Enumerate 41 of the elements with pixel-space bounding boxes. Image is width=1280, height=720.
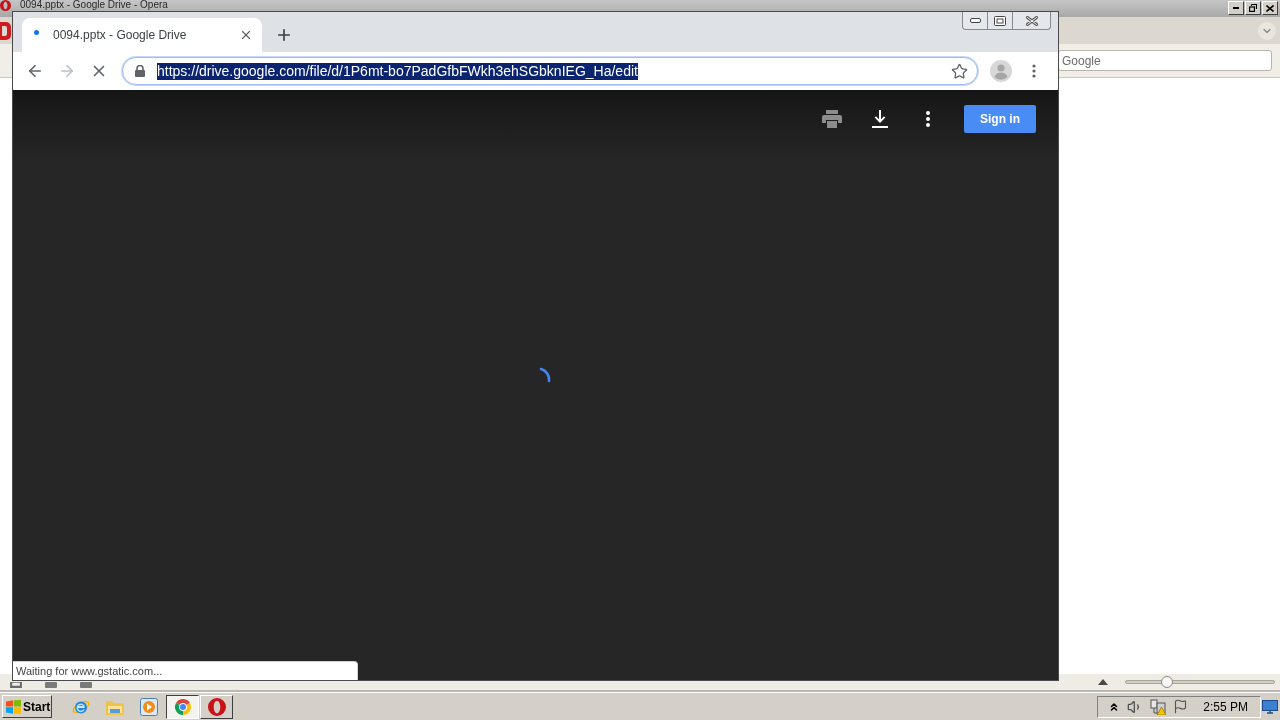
printer-icon <box>822 110 842 128</box>
status-bar-icon[interactable] <box>10 682 22 688</box>
url-text: https://drive.google.com/file/d/1P6mt-bo7PadGfbFWkh3ehSGbknIEG_Ha/edit <box>157 62 638 80</box>
window-title: 0094.pptx - Google Drive - Opera <box>20 0 168 10</box>
monitor-icon <box>1262 699 1278 714</box>
triangle-up-icon[interactable] <box>1098 679 1108 685</box>
start-button[interactable]: Start <box>2 695 52 718</box>
close-icon <box>1266 4 1274 12</box>
right-arrow-icon <box>58 62 76 80</box>
slider-thumb[interactable] <box>1161 676 1174 688</box>
close-icon <box>239 28 253 42</box>
close-icon <box>1025 15 1038 26</box>
network-warning-icon[interactable] <box>1150 698 1166 715</box>
restore-icon <box>1249 4 1257 12</box>
download-icon <box>872 110 888 128</box>
folder-icon <box>105 698 124 715</box>
minimize-icon <box>969 18 981 23</box>
app-logo-icon <box>0 0 11 11</box>
bookmark-star-button[interactable] <box>949 61 969 81</box>
search-field[interactable]: Google <box>1058 50 1272 71</box>
lock-icon <box>135 65 145 77</box>
address-bar[interactable]: https://drive.google.com/file/d/1P6mt-bo7PadGfbFWkh3ehSGbknIEG_Ha/edit <box>122 57 978 85</box>
play-icon <box>139 697 158 716</box>
browser-tab[interactable]: 0094.pptx - Google Drive <box>22 18 262 52</box>
status-bubble: Waiting for www.gstatic.com... <box>13 661 358 680</box>
o-logo-icon <box>207 697 226 716</box>
menu-icon <box>1032 64 1036 78</box>
taskbar-button[interactable] <box>166 694 199 719</box>
avatar-icon <box>990 60 1012 82</box>
show-desktop-button[interactable] <box>1262 698 1278 715</box>
more-icon <box>926 111 930 127</box>
chevrons-up-icon <box>1108 700 1120 713</box>
plus-icon <box>275 26 293 44</box>
restore-icon <box>994 15 1006 26</box>
app-menu-button[interactable] <box>0 21 11 40</box>
minimize-icon <box>1233 7 1239 9</box>
close-button[interactable] <box>1262 1 1278 15</box>
start-logo-icon <box>6 699 21 714</box>
flag-icon[interactable] <box>1173 699 1188 714</box>
circle-logo-icon <box>173 697 192 716</box>
star-icon <box>950 62 968 80</box>
